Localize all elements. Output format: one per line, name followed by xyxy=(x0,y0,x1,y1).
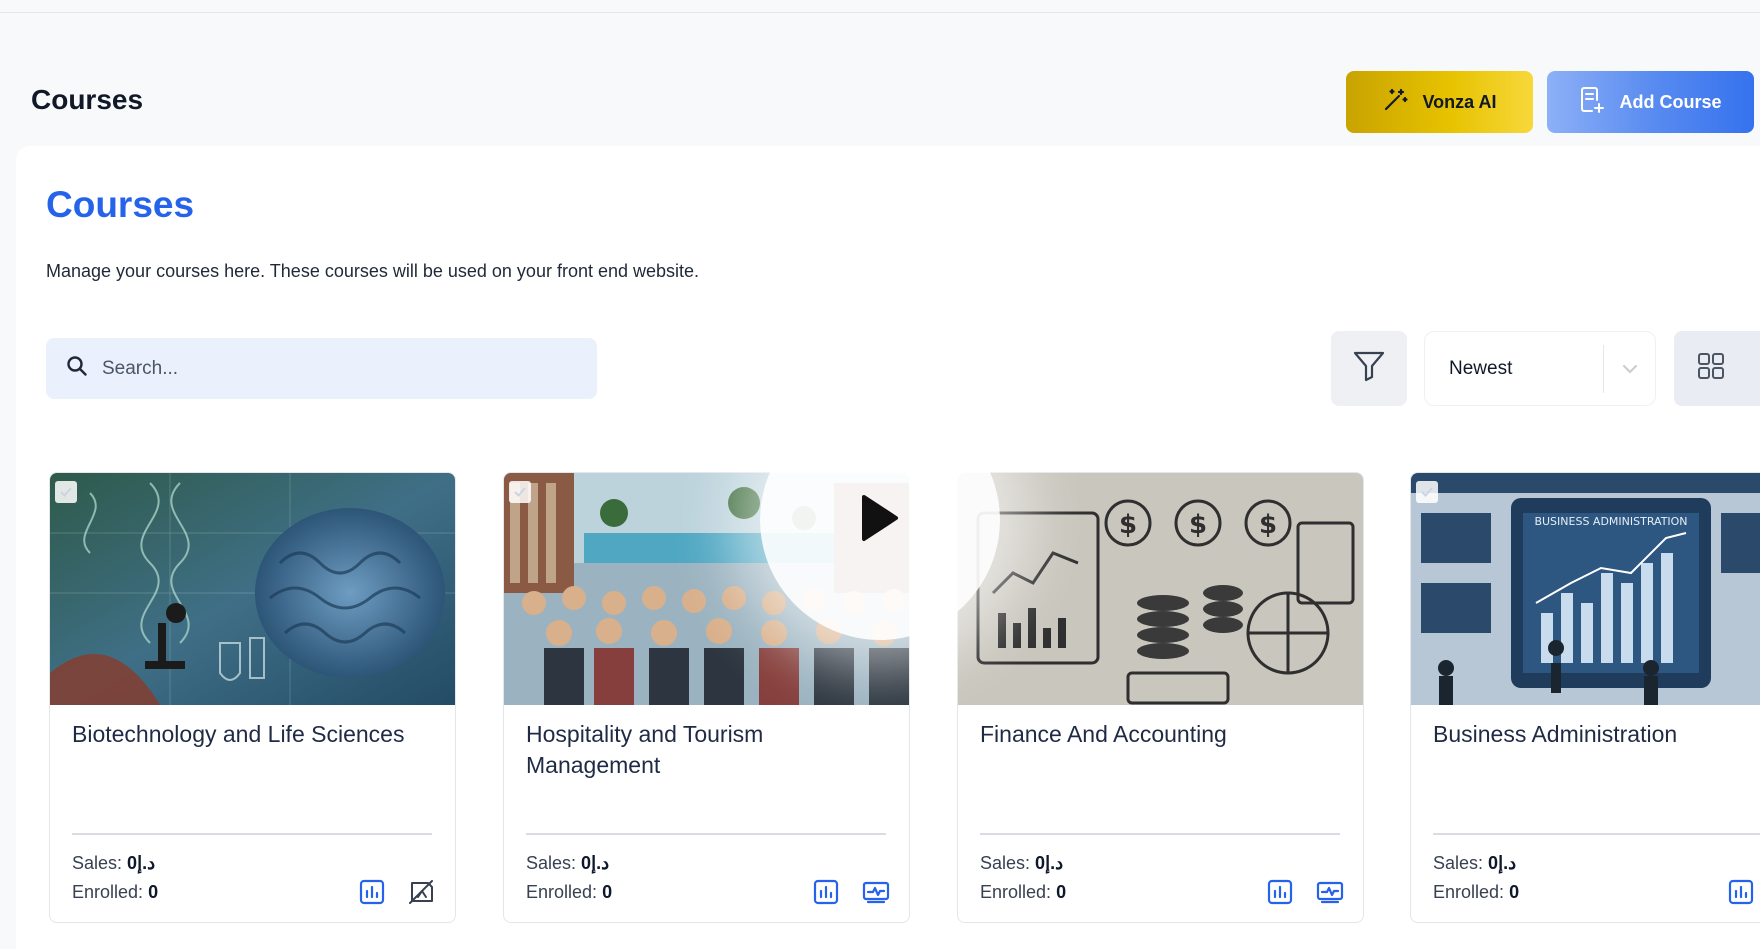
svg-text:$: $ xyxy=(1119,510,1137,540)
add-course-button[interactable]: Add Course xyxy=(1547,71,1754,133)
course-title[interactable]: Business Administration xyxy=(1433,719,1760,750)
course-thumbnail xyxy=(50,473,455,705)
course-enrolled: Enrolled: 0 xyxy=(1433,882,1520,902)
select-checkbox[interactable] xyxy=(509,481,531,503)
analytics-icon[interactable] xyxy=(1265,877,1295,907)
published-icon[interactable] xyxy=(1315,877,1345,907)
page-title: Courses xyxy=(31,84,144,115)
course-sales: Sales: 0د.إ xyxy=(980,853,1064,873)
card-divider xyxy=(72,833,432,835)
card-divider xyxy=(980,833,1340,835)
course-enrolled: Enrolled: 0 xyxy=(72,882,159,902)
search-icon xyxy=(66,355,88,382)
published-icon[interactable] xyxy=(861,877,891,907)
analytics-icon[interactable] xyxy=(811,877,841,907)
course-sales: Sales: 0د.إ xyxy=(526,853,610,873)
section-title: Courses xyxy=(46,184,195,225)
course-sales: Sales: 0د.إ xyxy=(72,853,156,873)
play-icon xyxy=(860,494,900,547)
analytics-icon[interactable] xyxy=(1726,877,1756,907)
analytics-icon[interactable] xyxy=(357,877,387,907)
course-card[interactable]: BUSINESS ADMINISTRATION Business Adminis… xyxy=(1410,472,1760,923)
magic-wand-icon xyxy=(1382,87,1409,118)
select-checkbox[interactable] xyxy=(1416,481,1438,503)
video-play-button[interactable] xyxy=(760,400,1000,640)
svg-text:$: $ xyxy=(1259,510,1277,540)
enrolled-value: 0 xyxy=(602,882,613,902)
card-divider xyxy=(526,833,886,835)
enrolled-value: 0 xyxy=(1509,882,1520,902)
add-document-icon xyxy=(1579,86,1605,119)
sales-value: 0د.إ xyxy=(127,853,156,873)
grid-view-button[interactable] xyxy=(1674,331,1760,406)
course-enrolled: Enrolled: 0 xyxy=(526,882,613,902)
top-divider xyxy=(0,12,1760,13)
thumbnail-banner-text: BUSINESS ADMINISTRATION xyxy=(1534,515,1687,528)
course-title[interactable]: Finance And Accounting xyxy=(980,719,1340,750)
course-enrolled: Enrolled: 0 xyxy=(980,882,1067,902)
section-description: Manage your courses here. These courses … xyxy=(46,261,700,281)
course-thumbnail: BUSINESS ADMINISTRATION xyxy=(1411,473,1760,705)
select-checkbox[interactable] xyxy=(55,481,77,503)
course-card[interactable]: $ $ $ Finance And Accounting Sales: 0د.إ E… xyxy=(957,472,1364,923)
sales-value: 0د.إ xyxy=(581,853,610,873)
course-sales: Sales: 0د.إ xyxy=(1433,853,1517,873)
add-course-label: Add Course xyxy=(1619,91,1722,112)
filter-button[interactable] xyxy=(1331,331,1407,406)
search-box[interactable] xyxy=(46,338,597,399)
vonza-ai-button[interactable]: Vonza AI xyxy=(1346,71,1533,133)
course-title[interactable]: Biotechnology and Life Sciences xyxy=(72,719,432,750)
sales-value: 0د.إ xyxy=(1035,853,1064,873)
course-thumbnail: $ $ $ xyxy=(958,473,1363,705)
filter-icon xyxy=(1352,350,1386,387)
sales-value: 0د.إ xyxy=(1488,853,1517,873)
search-input[interactable] xyxy=(102,357,542,380)
unpublished-icon[interactable] xyxy=(407,877,437,907)
sort-selected-value: Newest xyxy=(1449,357,1513,379)
enrolled-value: 0 xyxy=(148,882,159,902)
course-title[interactable]: Hospitality and Tourism Management xyxy=(526,719,886,781)
card-divider xyxy=(1433,833,1760,835)
svg-text:$: $ xyxy=(1189,510,1207,540)
enrolled-value: 0 xyxy=(1056,882,1067,902)
vonza-ai-label: Vonza AI xyxy=(1422,91,1497,112)
chevron-down-icon xyxy=(1604,363,1655,375)
grid-icon xyxy=(1696,351,1726,386)
sort-select[interactable]: Newest xyxy=(1424,331,1656,406)
course-card[interactable]: Biotechnology and Life Sciences Sales: 0… xyxy=(49,472,456,923)
